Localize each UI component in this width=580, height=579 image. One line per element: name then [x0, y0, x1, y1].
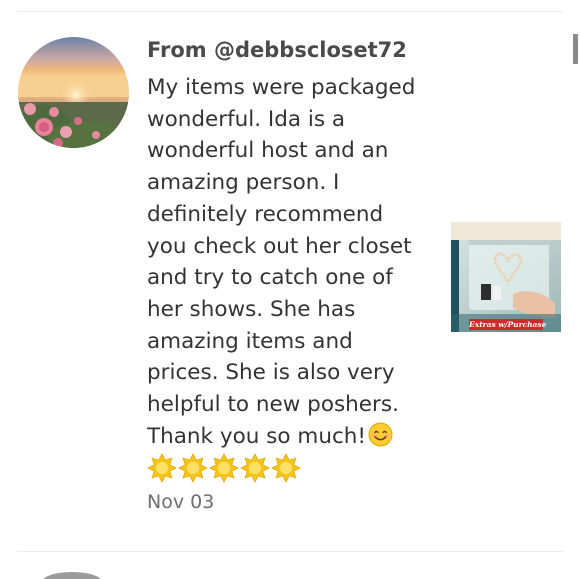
message-line: her shows. She has: [147, 296, 356, 322]
message-line-last: Thank you so much!: [147, 421, 437, 453]
message-line: definitely recommend: [147, 201, 384, 227]
star-icon: [147, 453, 177, 484]
reviewer-username[interactable]: From @debbscloset72: [147, 37, 437, 63]
thumbnail-caption: Extras w/Purchase: [469, 319, 547, 330]
message-line: you check out her closet: [147, 233, 412, 259]
message-line: prices. She is also very: [147, 360, 395, 386]
product-thumbnail[interactable]: Extras w/Purchase: [451, 222, 561, 332]
smiling-face-icon: [368, 422, 393, 447]
top-divider: [17, 11, 563, 12]
message-line: amazing person. I: [147, 170, 340, 196]
star-icon: [240, 453, 270, 484]
reviewer-avatar[interactable]: [18, 37, 129, 148]
rating-stars: [147, 453, 437, 484]
review-date: Nov 03: [147, 491, 215, 514]
review-content: From @debbscloset72 My items were packag…: [147, 37, 437, 514]
message-line: amazing items and: [147, 328, 353, 354]
next-reviewer-avatar[interactable]: [42, 572, 102, 579]
message-line: wonderful host and an: [147, 138, 389, 164]
message-line: My items were packaged: [147, 75, 416, 100]
review-page: From @debbscloset72 My items were packag…: [0, 0, 580, 579]
star-icon: [271, 453, 301, 484]
message-line-text: Thank you so much!: [147, 423, 367, 449]
star-icon: [209, 453, 239, 484]
bottom-divider: [17, 551, 563, 552]
message-line: wonderful. Ida is a: [147, 106, 346, 132]
scrollbar-thumb[interactable]: [573, 34, 578, 64]
review-message: My items were packaged wonderful. Ida is…: [147, 72, 437, 452]
star-icon: [178, 453, 208, 484]
message-line: helpful to new poshers.: [147, 392, 399, 418]
message-line: and try to catch one of: [147, 265, 393, 291]
